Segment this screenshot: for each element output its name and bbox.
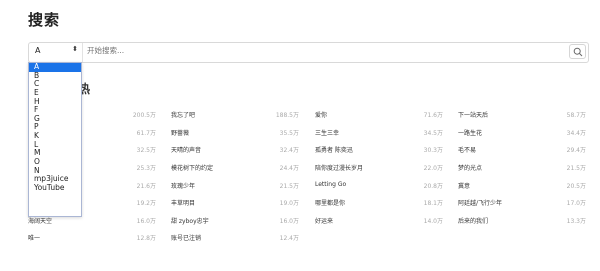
- trending-item-count: 21.5万: [279, 182, 299, 190]
- trending-item-count: 29.4万: [566, 147, 586, 154]
- trending-item-name: 后来的我们: [458, 217, 489, 225]
- trending-item-count: 12.8万: [136, 235, 156, 242]
- trending-item-count: 14.0万: [423, 217, 443, 225]
- trending-item-name: 野蔷薇: [171, 129, 190, 137]
- trending-item-count: 19.2万: [136, 200, 156, 207]
- trending-item-name: 三生三幸: [315, 129, 340, 137]
- trending-item[interactable]: 唯一 12.8万: [28, 233, 156, 242]
- trending-item[interactable]: 爱你 71.6万: [315, 110, 443, 119]
- source-dropdown[interactable]: A B C E H F G P K L M O Nmp3juice YouTube: [28, 62, 82, 217]
- trending-item-name: 好运来: [315, 217, 334, 225]
- search-input[interactable]: [87, 46, 567, 55]
- trending-item-name: 丰草明目: [171, 200, 196, 207]
- trending-item-name: 冀意: [458, 182, 471, 190]
- trending-item-count: 18.1万: [423, 200, 443, 207]
- trending-item-name: 爱你: [315, 112, 328, 119]
- search-icon: [573, 47, 583, 57]
- trending-item-count: 34.5万: [423, 129, 443, 137]
- trending-item[interactable]: 毛不易 29.4万: [458, 145, 586, 154]
- trending-item[interactable]: 冀意 20.5万: [458, 181, 586, 190]
- trending-item[interactable]: 模花树下的约定 24.4万: [171, 163, 299, 172]
- trending-item[interactable]: 我忘了吧 188.5万: [171, 110, 299, 119]
- trending-item-name: 陪你度过漫长岁月: [315, 164, 364, 172]
- trending-item-count: 21.6万: [136, 182, 156, 190]
- trending-item-name: 唯一: [28, 235, 41, 242]
- trending-item-count: 13.3万: [566, 217, 586, 225]
- trending-item-count: 34.4万: [566, 129, 586, 137]
- search-button[interactable]: [569, 44, 586, 59]
- trending-item[interactable]: 一路生花 34.4万: [458, 128, 586, 137]
- trending-item[interactable]: 三生三幸 34.5万: [315, 128, 443, 137]
- page-title: 搜索: [28, 11, 61, 29]
- trending-item-name: 账号已注销: [171, 235, 202, 242]
- trending-item-count: 188.5万: [275, 112, 299, 119]
- trending-item-count: 22.0万: [423, 164, 443, 172]
- trending-item-name: 玫瑰少年: [171, 182, 196, 190]
- trending-item-name: 模花树下的约定: [171, 164, 214, 172]
- trending-item[interactable]: 好运来 14.0万: [315, 216, 443, 225]
- trending-item[interactable]: 账号已注销 12.4万: [171, 233, 299, 242]
- trending-item-count: 35.5万: [279, 129, 299, 137]
- trending-item-count: 32.4万: [279, 147, 299, 154]
- trending-item-count: 32.5万: [136, 147, 156, 154]
- trending-item-count: 200.5万: [132, 112, 156, 119]
- trending-item[interactable]: 阿廷越/飞行少年 17.0万: [458, 198, 586, 207]
- trending-item[interactable]: 哪里都是你 18.1万: [315, 198, 443, 207]
- trending-item[interactable]: 玫瑰少年 21.5万: [171, 181, 299, 190]
- trending-item-name: 孤勇者 陈奕迅: [315, 147, 353, 154]
- trending-item-name: 天晴的声音: [171, 147, 202, 154]
- trending-item[interactable]: Letting Go 20.8万: [315, 181, 443, 190]
- trending-item-count: 20.8万: [423, 182, 443, 190]
- trending-item[interactable]: 天晴的声音 32.4万: [171, 145, 299, 154]
- trending-item-count: 25.3万: [136, 164, 156, 172]
- trending-item-count: 16.0万: [136, 217, 156, 225]
- trending-item-count: 61.7万: [136, 129, 156, 137]
- source-select[interactable]: A ⬍: [29, 43, 83, 62]
- trending-item-name: Letting Go: [315, 180, 347, 188]
- trending-item[interactable]: 陪你度过漫长岁月 22.0万: [315, 163, 443, 172]
- trending-item-count: 24.4万: [279, 164, 299, 172]
- trending-item-count: 20.5万: [566, 182, 586, 190]
- trending-item[interactable]: 孤勇者 陈奕迅 30.3万: [315, 145, 443, 154]
- trending-item-count: 19.0万: [279, 200, 299, 207]
- trending-item[interactable]: 梦的光点 21.5万: [458, 163, 586, 172]
- trending-item-name: 一路生花: [458, 129, 483, 137]
- trending-item-name: 下一站天后: [458, 112, 489, 119]
- source-option[interactable]: YouTube: [29, 183, 81, 193]
- trending-item-name: 哪里都是你: [315, 200, 346, 207]
- trending-item-count: 30.3万: [423, 147, 443, 154]
- trending-item[interactable]: 丰草明目 19.0万: [171, 198, 299, 207]
- trending-item-count: 21.5万: [566, 164, 586, 172]
- select-arrows-icon: ⬍: [72, 45, 78, 53]
- trending-item-count: 16.0万: [279, 217, 299, 225]
- trending-item-count: 17.0万: [566, 200, 586, 207]
- trending-item-name: 梦的光点: [458, 164, 483, 172]
- trending-item-count: 58.7万: [566, 112, 586, 119]
- source-select-value: A: [35, 46, 41, 55]
- trending-item[interactable]: 后来的我们 13.3万: [458, 216, 586, 225]
- trending-item-name: 甜 zyboy忠宇: [171, 217, 209, 225]
- trending-item-count: 12.4万: [279, 235, 299, 242]
- trending-item[interactable]: 甜 zyboy忠宇 16.0万: [171, 216, 299, 225]
- trending-item-count: 71.6万: [423, 112, 443, 119]
- trending-item-name: 我忘了吧: [171, 112, 196, 119]
- trending-item-name: 毛不易: [458, 147, 477, 154]
- trending-item[interactable]: 下一站天后 58.7万: [458, 110, 586, 119]
- trending-item-name: 阿廷越/飞行少年: [458, 200, 503, 207]
- trending-item[interactable]: 野蔷薇 35.5万: [171, 128, 299, 137]
- search-bar: A ⬍: [28, 42, 589, 63]
